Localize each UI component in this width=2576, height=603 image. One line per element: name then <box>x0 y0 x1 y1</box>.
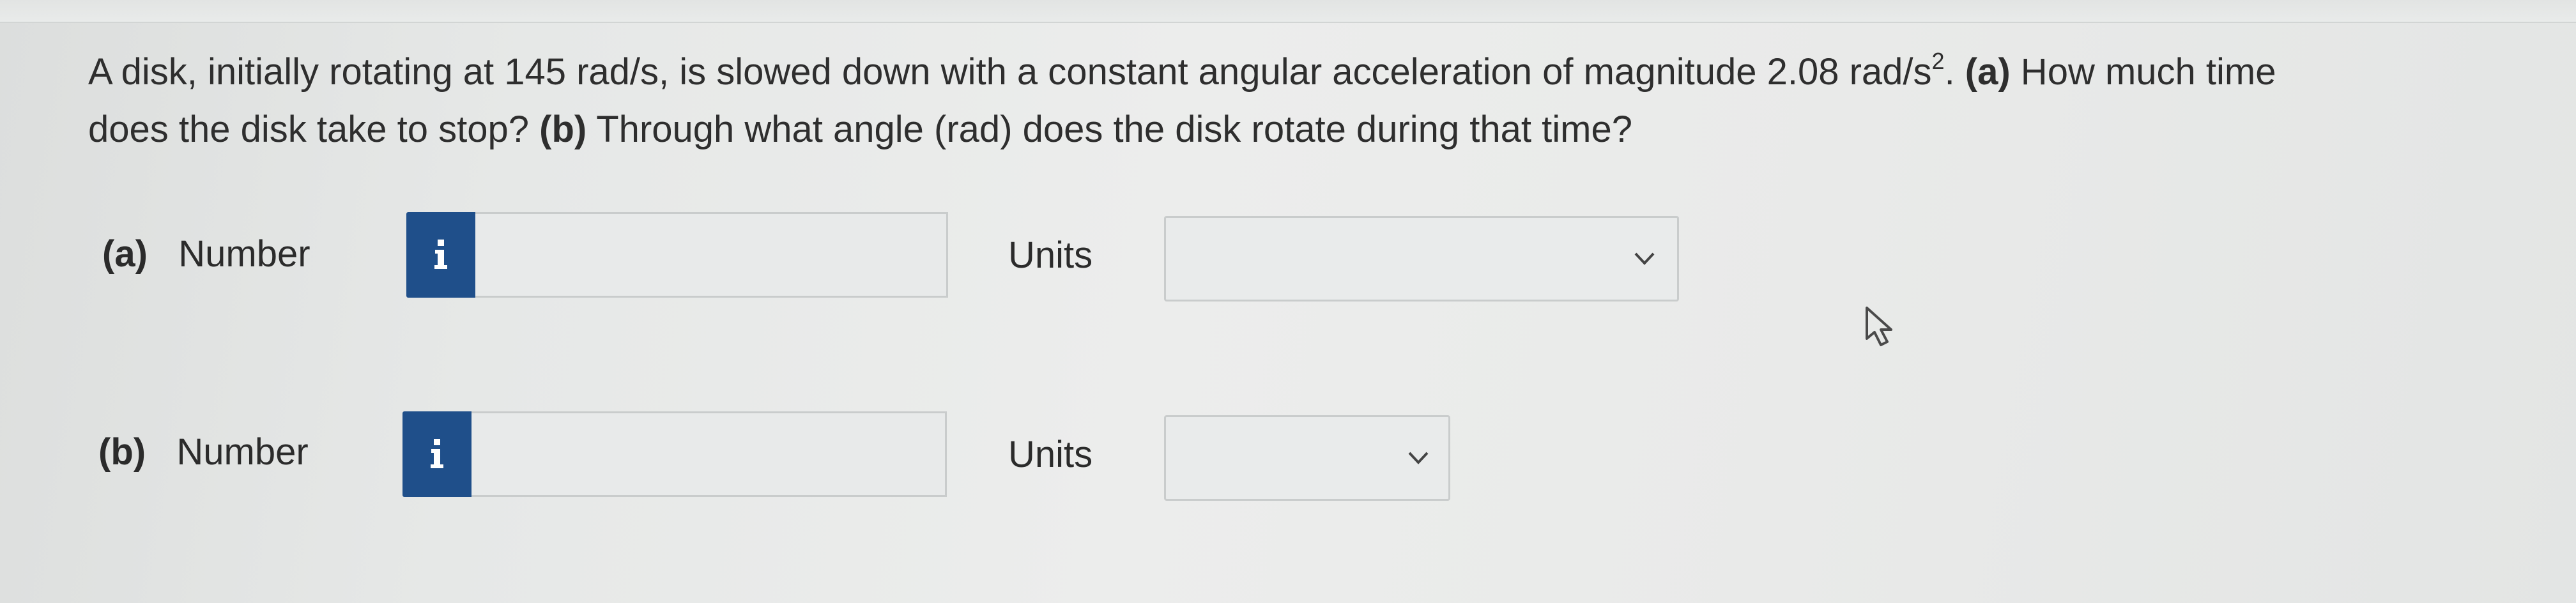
question-line-2: does the disk take to stop? (b) Through … <box>88 101 2567 158</box>
part-a-label: (a) Number <box>102 233 310 275</box>
question-line2-prefix: does the disk take to stop? <box>88 109 540 150</box>
mouse-pointer-icon <box>1866 307 1892 346</box>
part-a-letter: (a) <box>102 233 148 275</box>
part-b-units-label: Units <box>1008 434 1093 475</box>
question-line1-period: . <box>1944 51 1965 93</box>
part-a-number-input[interactable] <box>475 212 948 298</box>
part-b-marker: (b) <box>539 109 587 150</box>
part-b-number-input[interactable] <box>471 411 947 497</box>
part-b-units-select[interactable] <box>1164 415 1450 501</box>
part-a-number-label: Number <box>178 233 310 275</box>
question-line-1: A disk, initially rotating at 145 rad/s,… <box>88 43 2567 101</box>
info-icon[interactable] <box>402 411 471 497</box>
question-line2-suffix: Through what angle (rad) does the disk r… <box>586 109 1632 150</box>
part-b-number-label: Number <box>176 431 309 473</box>
chevron-down-icon <box>1408 452 1429 464</box>
exponent: 2 <box>1931 48 1945 74</box>
part-a-marker: (a) <box>1965 51 2011 93</box>
part-b-letter: (b) <box>98 431 146 473</box>
question-line1-prefix: A disk, initially rotating at 145 rad/s,… <box>88 51 1932 93</box>
chevron-down-icon <box>1634 252 1655 265</box>
part-a-units-label: Units <box>1008 234 1093 276</box>
part-a-units-select[interactable] <box>1164 216 1679 302</box>
info-icon[interactable] <box>406 212 475 298</box>
info-glyph <box>434 240 447 269</box>
question-line1-suffix: How much time <box>2010 51 2276 93</box>
top-edge-divider <box>0 0 2576 23</box>
info-glyph <box>431 439 443 468</box>
part-b-label: (b) Number <box>98 431 309 473</box>
question-text: A disk, initially rotating at 145 rad/s,… <box>88 43 2567 158</box>
